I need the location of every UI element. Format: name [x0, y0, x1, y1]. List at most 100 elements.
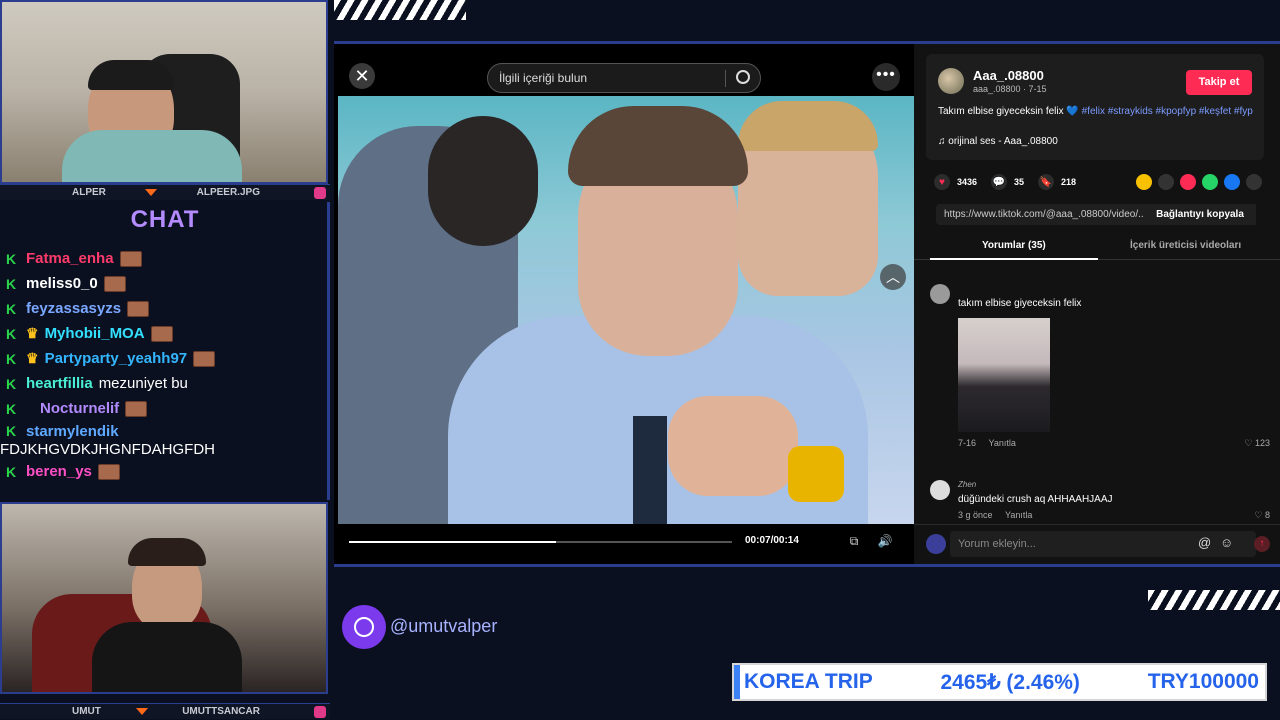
kick-badge-icon: K [6, 350, 17, 367]
video-frame[interactable]: ︿ [338, 96, 914, 524]
friends-share-icon[interactable] [1136, 174, 1152, 190]
chat-message: K feyzassasyzs [6, 296, 324, 321]
tab-comments[interactable]: Yorumlar (35) [982, 240, 1046, 251]
reply-button[interactable]: Yanıtla [1005, 510, 1032, 520]
search-icon[interactable] [736, 70, 750, 84]
avatar [926, 534, 946, 554]
chat-username[interactable]: beren_ys [26, 463, 92, 480]
chevron-up-icon[interactable]: ︿ [880, 264, 906, 290]
save-count: 218 [1061, 177, 1077, 187]
chat-username[interactable]: Nocturnelif [40, 400, 119, 417]
post-sidebar: Aaa_.08800 aaa_.08800 · 7-15 Takip et Ta… [914, 44, 1280, 564]
streamer-bottom-handle: UMUTTSANCAR [182, 706, 260, 717]
video-area: ✕ İlgili içeriği bulun ••• ︿ 00:07/00:14… [334, 44, 914, 564]
tab-creator-videos[interactable]: İçerik üreticisi videoları [1130, 240, 1241, 251]
chat-username[interactable]: Myhobii_MOA [45, 325, 145, 342]
chat-username[interactable]: Fatma_enha [26, 250, 114, 267]
reply-button[interactable]: Yanıtla [989, 438, 1016, 448]
search-input[interactable]: İlgili içeriği bulun [487, 63, 761, 93]
down-arrow-icon [135, 708, 148, 715]
share-arrow-icon[interactable] [1246, 174, 1262, 190]
comment-item: Zhen düğündeki crush aq AHHAAHJAAJ 3 g ö… [930, 480, 1270, 520]
description-text: Takım elbise giyeceksin felix 💙 [938, 106, 1079, 117]
emote-icon [125, 400, 148, 417]
avatar[interactable] [930, 480, 950, 500]
post-username[interactable]: Aaa_.08800 [973, 68, 1044, 83]
heart-outline-icon: ♡ [1254, 510, 1263, 520]
frame-border [334, 564, 1280, 567]
post-info-card: Aaa_.08800 aaa_.08800 · 7-15 Takip et Ta… [926, 54, 1264, 160]
avatar[interactable] [930, 284, 950, 304]
url-row: https://www.tiktok.com/@aaa_.08800/video… [936, 204, 1256, 225]
like-count: 3436 [957, 177, 978, 187]
pip-icon[interactable]: ⧉ [846, 533, 862, 549]
post-subtitle: aaa_.08800 · 7-15 [973, 84, 1047, 94]
post-url: https://www.tiktok.com/@aaa_.08800/video… [944, 209, 1147, 220]
chat-username[interactable]: feyzassasyzs [26, 300, 121, 317]
emote-icon [193, 350, 216, 367]
whatsapp-icon[interactable] [1202, 174, 1218, 190]
save-stat[interactable]: 🔖 218 [1038, 174, 1076, 190]
progress-bar[interactable] [349, 541, 732, 543]
background-person-mid [428, 116, 538, 246]
emote-icon [150, 325, 173, 342]
namebar-top: ALPER ALPEER.JPG [0, 184, 330, 200]
globe-circle [354, 617, 374, 637]
chat-message: K ♛ Partyparty_yeahh97 [6, 346, 324, 371]
chat-username[interactable]: starmylendik [26, 423, 119, 440]
streamer-bottom-hair [128, 538, 206, 566]
comment-meta: 3 g önce Yanıtla [958, 510, 1032, 520]
comment-icon: 💬 [991, 174, 1008, 190]
chat-username[interactable]: heartfillia [26, 375, 93, 392]
chat-message: K Nocturnelif [6, 396, 324, 421]
streamer-top-shirt [62, 130, 242, 182]
emote-icon [127, 300, 150, 317]
chat-message: K ♛ Myhobii_MOA [6, 321, 324, 346]
comment-meta: 7-16 Yanıtla [958, 438, 1016, 448]
comment-likes[interactable]: ♡ 123 [1244, 438, 1270, 449]
sound-label: orijinal ses - Aaa_.08800 [948, 136, 1058, 147]
embed-icon[interactable] [1158, 174, 1174, 190]
sound-info[interactable]: ♫ orijinal ses - Aaa_.08800 [938, 136, 1058, 147]
kick-badge-icon: K [6, 423, 17, 439]
comment-user[interactable]: Zhen [958, 480, 976, 489]
hashtags[interactable]: #felix #straykids #kpopfyp #keşfet #fyp [1082, 106, 1253, 117]
post-description: Takım elbise giyeceksin felix 💙 #felix #… [938, 106, 1258, 118]
streamer-bottom-shirt [92, 622, 242, 692]
emoji-icon[interactable]: ☺ [1220, 535, 1233, 550]
active-tab-indicator [930, 258, 1098, 260]
kick-badge-icon: K [6, 400, 17, 417]
emote-icon [97, 463, 120, 480]
copy-link-button[interactable]: Bağlantıyı kopyala [1144, 204, 1256, 225]
kick-badge-icon: K [6, 325, 17, 342]
follow-button[interactable]: Takip et [1186, 70, 1252, 95]
close-button[interactable]: ✕ [349, 63, 375, 89]
send-share-icon[interactable] [1180, 174, 1196, 190]
streamer-bottom-name: UMUT [72, 706, 101, 717]
webcam-top [0, 0, 328, 184]
kick-badge-icon: K [6, 375, 17, 392]
mention-icon[interactable]: @ [1198, 535, 1211, 550]
chat-username[interactable]: meliss0_0 [26, 275, 98, 292]
comment-likes[interactable]: ♡ 8 [1254, 510, 1270, 520]
chat-title: CHAT [130, 206, 200, 233]
like-stat[interactable]: ♥ 3436 [934, 174, 977, 190]
emote-icon [119, 250, 142, 267]
down-arrow-icon [145, 189, 158, 196]
share-icons [1136, 174, 1262, 190]
more-options-button[interactable]: ••• [872, 63, 900, 91]
comment-image[interactable] [958, 318, 1050, 432]
chat-message: K Fatma_enha [6, 246, 324, 271]
volume-icon[interactable]: 🔊 [877, 533, 893, 549]
send-icon[interactable]: ↑ [1254, 536, 1270, 552]
tabs: Yorumlar (35) İçerik üreticisi videoları [914, 234, 1280, 260]
social-handle: @umutvalper [390, 616, 498, 636]
comment-item: takım elbise giyeceksin felix 7-16 Yanıt… [930, 284, 1270, 454]
facebook-icon[interactable] [1224, 174, 1240, 190]
emote-icon [103, 275, 126, 292]
avatar[interactable] [938, 68, 964, 94]
chat-username[interactable]: Partyparty_yeahh97 [45, 350, 188, 367]
instagram-icon [314, 706, 326, 718]
crown-icon: ♛ [26, 325, 39, 341]
comment-stat[interactable]: 💬 35 [991, 174, 1024, 190]
